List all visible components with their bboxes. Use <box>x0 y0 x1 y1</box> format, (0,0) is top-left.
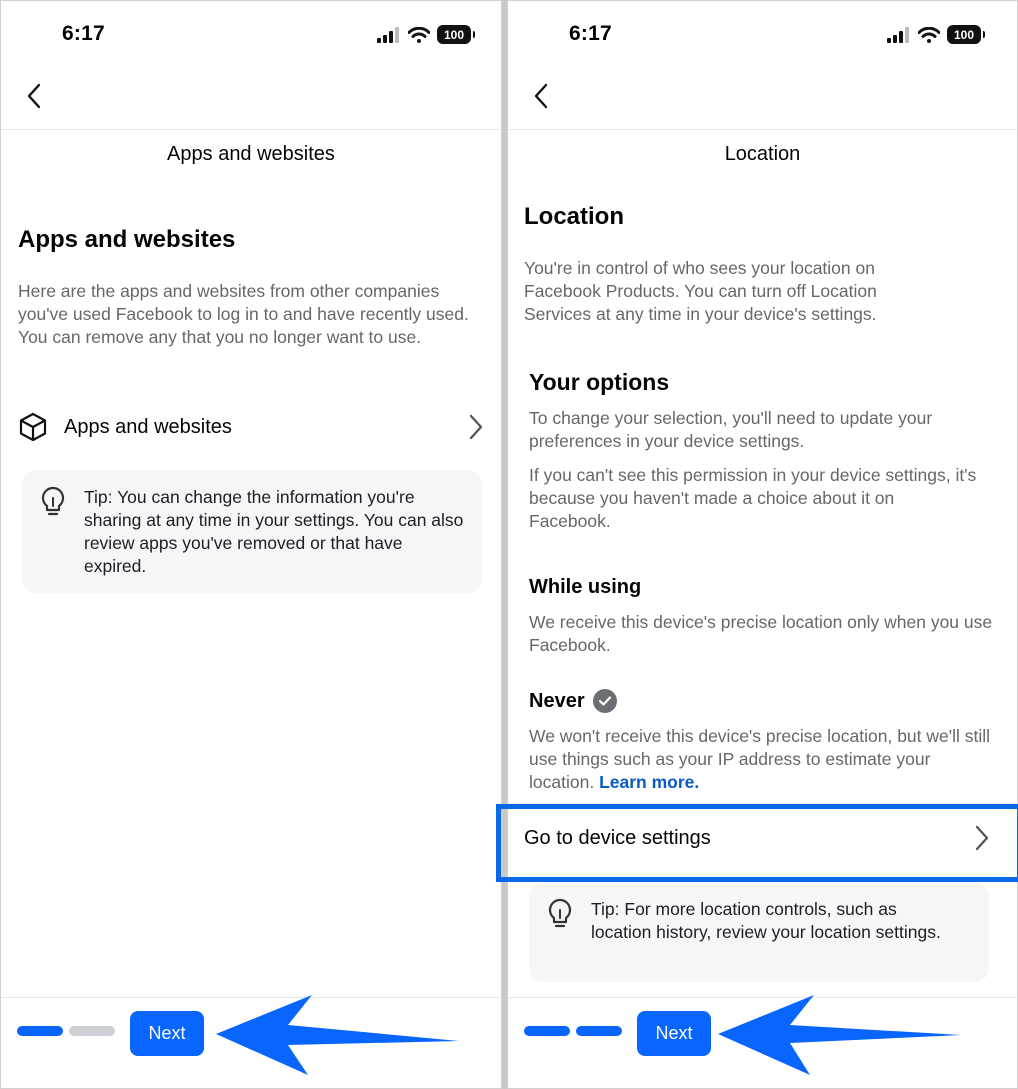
chevron-left-icon <box>534 83 548 109</box>
battery-icon: 100 <box>437 25 475 44</box>
never-option[interactable]: Never <box>529 689 617 713</box>
options-heading: Your options <box>529 369 670 395</box>
header-divider <box>508 129 1017 130</box>
learn-more-link[interactable]: Learn more. <box>599 772 699 792</box>
screen-location: 6:17 100 Location Location You're in con… <box>507 0 1018 1089</box>
wifi-icon <box>408 26 430 43</box>
lightbulb-icon <box>548 898 572 928</box>
progress-step-2 <box>576 1026 622 1036</box>
progress-indicator <box>524 1026 622 1036</box>
tip-box: Tip: You can change the information you'… <box>22 470 482 593</box>
status-time: 6:17 <box>569 22 612 45</box>
progress-step-1 <box>17 1026 63 1036</box>
next-button[interactable]: Next <box>637 1011 711 1056</box>
progress-indicator <box>17 1026 115 1036</box>
progress-step-1 <box>524 1026 570 1036</box>
status-icons: 100 <box>887 25 985 44</box>
progress-step-2 <box>69 1026 115 1036</box>
annotation-arrow <box>216 995 459 1075</box>
page-description: You're in control of who sees your locat… <box>524 258 877 324</box>
nav-title: Location <box>724 143 801 165</box>
while-using-text: We receive this device's precise locatio… <box>529 612 993 655</box>
never-heading: Never <box>529 689 585 712</box>
chevron-right-icon <box>469 414 483 440</box>
checkmark-icon <box>592 689 617 713</box>
options-text-2: If you can't see this permission in your… <box>529 465 977 531</box>
annotation-highlight-box <box>496 804 1018 882</box>
next-button[interactable]: Next <box>130 1011 204 1056</box>
annotation-arrow <box>718 995 961 1075</box>
status-icons: 100 <box>377 25 475 44</box>
tip-text: Tip: For more location controls, such as… <box>591 899 941 942</box>
screen-apps-and-websites: 6:17 100 Apps and websites Apps and webs… <box>0 0 502 1089</box>
battery-icon: 100 <box>947 25 985 44</box>
signal-icon <box>887 26 909 43</box>
page-heading: Apps and websites <box>18 226 236 253</box>
header-divider <box>1 129 501 130</box>
back-button[interactable] <box>19 79 49 113</box>
options-text-1: To change your selection, you'll need to… <box>529 408 933 451</box>
apps-and-websites-row[interactable]: Apps and websites <box>18 406 483 448</box>
page-heading: Location <box>524 203 624 230</box>
chevron-left-icon <box>27 83 41 109</box>
cube-icon <box>19 412 47 442</box>
battery-level: 100 <box>953 27 975 42</box>
battery-level: 100 <box>443 27 465 42</box>
while-using-heading: While using <box>529 576 642 598</box>
signal-icon <box>377 26 399 43</box>
back-button[interactable] <box>526 79 556 113</box>
lightbulb-icon <box>41 486 65 516</box>
wifi-icon <box>918 26 940 43</box>
row-label: Apps and websites <box>64 415 232 438</box>
status-bar: 6:17 100 <box>508 1 1017 71</box>
nav-title: Apps and websites <box>167 143 335 165</box>
tip-text: Tip: You can change the information you'… <box>84 487 464 576</box>
status-time: 6:17 <box>62 22 105 45</box>
tip-box: Tip: For more location controls, such as… <box>529 883 989 982</box>
status-bar: 6:17 100 <box>1 1 501 71</box>
never-text-block: We won't receive this device's precise l… <box>529 725 999 794</box>
page-description: Here are the apps and websites from othe… <box>18 281 469 347</box>
